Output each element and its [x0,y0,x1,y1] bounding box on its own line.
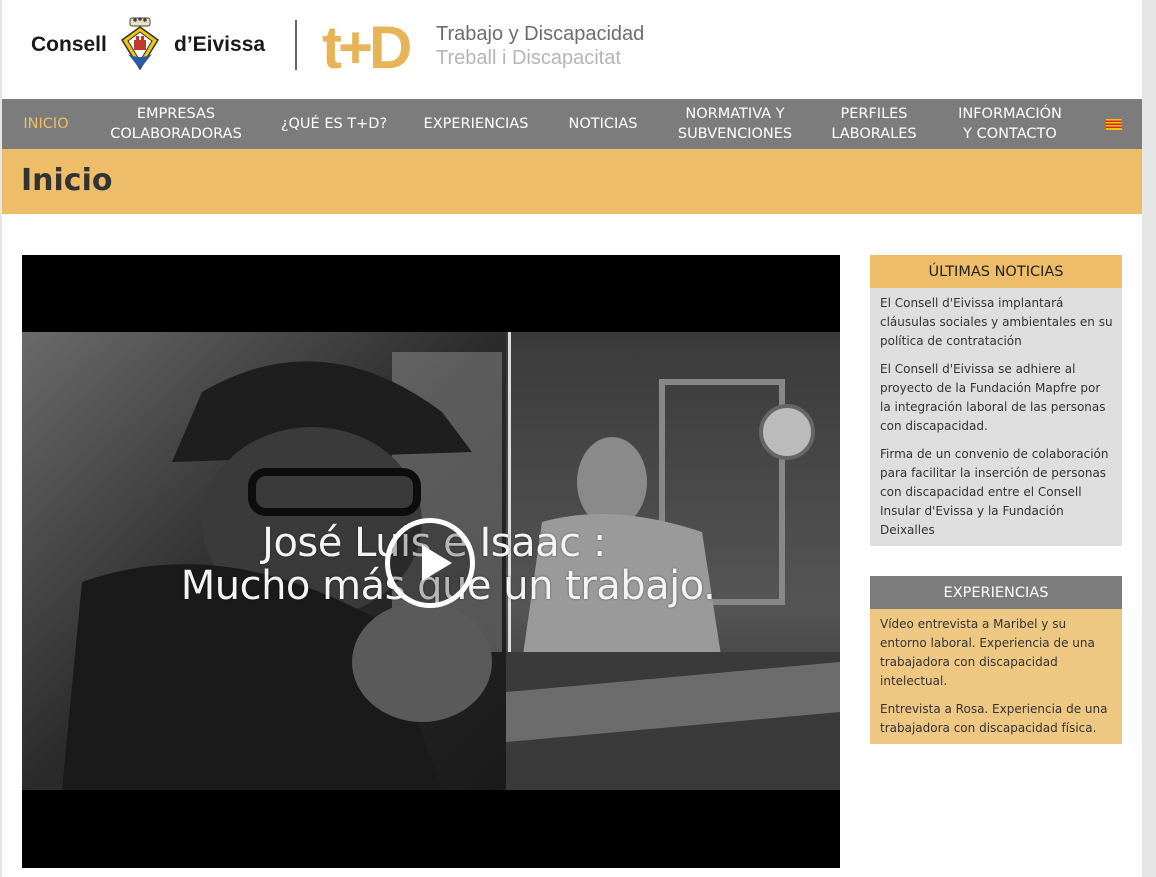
nav-item-empresas-colaboradoras[interactable]: EMPRESAS COLABORADORAS [102,99,250,149]
news-item[interactable]: El Consell d'Eivissa se adhiere al proye… [880,360,1113,436]
catalan-flag-icon[interactable] [1106,119,1122,130]
experience-item[interactable]: Vídeo entrevista a Maribel y su entorno … [880,615,1113,691]
nav-item-normativa-subvenciones[interactable]: NORMATIVA Y SUBVENCIONES [667,99,803,149]
td-logo[interactable]: t+D [322,18,434,74]
td-tagline-es: Trabajo y Discapacidad [436,23,645,45]
latest-news-list: El Consell d'Eivissa implantará cláusula… [870,288,1122,546]
experiences-heading: EXPERIENCIAS [870,576,1122,609]
svg-text:t+D: t+D [322,18,410,74]
page: Consell d’Eivissa t+D Trabajo y Discapac… [2,0,1142,877]
news-item[interactable]: El Consell d'Eivissa implantará cláusula… [880,294,1113,351]
experience-item[interactable]: Entrevista a Rosa. Experiencia de una tr… [880,700,1113,738]
site-header: Consell d’Eivissa t+D Trabajo y Discapac… [2,0,1142,99]
consell-logo-text-right[interactable]: d’Eivissa [174,33,265,57]
nav-item-que-es-td[interactable]: ¿QUÉ ES T+D? [274,99,394,149]
nav-item-noticias[interactable]: NOTICIAS [558,99,648,149]
latest-news-heading: ÚLTIMAS NOTICIAS [870,255,1122,288]
nav-item-perfiles-laborales[interactable]: PERFILES LABORALES [822,99,926,149]
nav-item-experiencias[interactable]: EXPERIENCIAS [416,99,536,149]
play-button[interactable] [385,518,475,608]
latest-news-panel: ÚLTIMAS NOTICIAS El Consell d'Eivissa im… [870,255,1122,546]
news-item[interactable]: Firma de un convenio de colaboración par… [880,445,1113,540]
nav-item-informacion-contacto[interactable]: INFORMACIÓN Y CONTACTO [945,99,1075,149]
nav-item-inicio[interactable]: INICIO [10,99,82,149]
coat-of-arms-icon[interactable] [119,16,161,71]
page-title-bar [2,149,1142,214]
page-title: Inicio [21,163,113,198]
main-nav: INICIO EMPRESAS COLABORADORAS ¿QUÉ ES T+… [2,99,1142,149]
consell-logo-text-left[interactable]: Consell [31,33,107,57]
header-divider [295,20,297,70]
experiences-list: Vídeo entrevista a Maribel y su entorno … [870,609,1122,744]
video-player[interactable]: José Luis e Isaac : Mucho más que un tra… [22,255,840,868]
td-tagline-ca: Treball i Discapacitat [436,47,621,69]
experiences-panel: EXPERIENCIAS Vídeo entrevista a Maribel … [870,576,1122,744]
